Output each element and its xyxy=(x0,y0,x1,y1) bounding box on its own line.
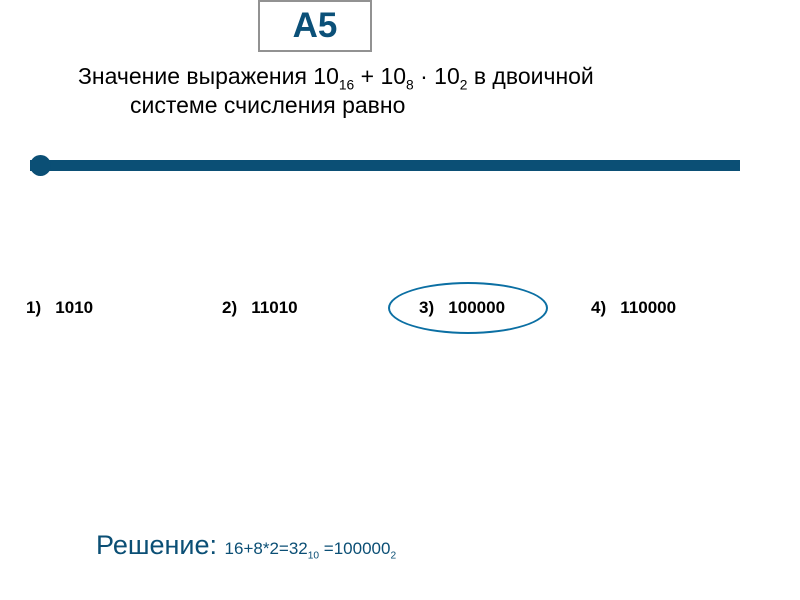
question-sub-8: 8 xyxy=(406,78,414,93)
solution-block: Решение: 16+8*2=3210 =1000002 xyxy=(96,530,396,561)
question-line1-mid1: + 10 xyxy=(354,63,406,89)
option-1-value: 1010 xyxy=(55,298,93,317)
option-2: 2) 11010 xyxy=(222,298,298,318)
correct-answer-ellipse-icon xyxy=(388,282,548,334)
question-line1-pre: Значение выражения 10 xyxy=(78,63,339,89)
question-line1-mid2: · 10 xyxy=(414,63,460,89)
slide: А5 Значение выражения 1016 + 108 · 102 в… xyxy=(0,0,800,600)
divider-rule xyxy=(30,155,740,176)
option-4: 4) 110000 xyxy=(591,298,676,318)
option-2-value: 11010 xyxy=(251,298,297,317)
option-4-number: 4) xyxy=(591,298,620,317)
question-badge: А5 xyxy=(258,0,372,52)
divider-knob-icon xyxy=(30,155,51,176)
question-line1-post: в двоичной xyxy=(467,63,593,89)
option-2-number: 2) xyxy=(222,298,251,317)
question-text: Значение выражения 1016 + 108 · 102 в дв… xyxy=(78,62,738,120)
solution-expr-mid: =100000 xyxy=(319,539,390,558)
solution-sub-2: 2 xyxy=(390,550,396,561)
question-line2: системе счисления равно xyxy=(78,91,738,120)
option-1: 1) 1010 xyxy=(26,298,93,318)
question-badge-label: А5 xyxy=(293,6,338,45)
option-4-value: 110000 xyxy=(620,298,676,317)
solution-label: Решение: xyxy=(96,530,225,560)
solution-expr-pre: 16+8*2=32 xyxy=(225,539,308,558)
divider-bar xyxy=(30,160,740,171)
solution-sub-10: 10 xyxy=(308,550,319,561)
option-1-number: 1) xyxy=(26,298,55,317)
